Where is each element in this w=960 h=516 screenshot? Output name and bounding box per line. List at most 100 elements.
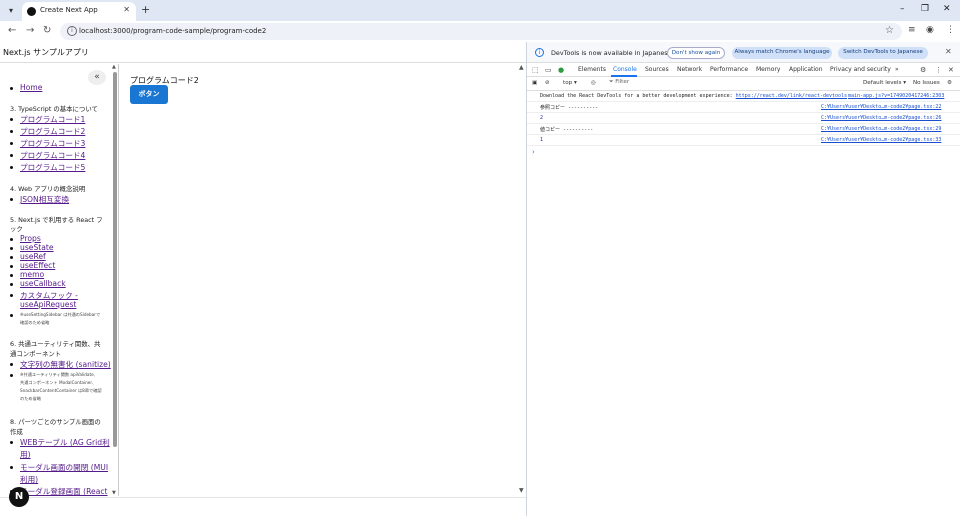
console-log-row: 1 C:¥Users¥user¥Deskto…m-code2¥page.tsx:… [527, 135, 960, 146]
minimize-icon[interactable]: – [900, 4, 905, 14]
scroll-up-icon[interactable]: ▲ [519, 64, 524, 71]
close-icon[interactable]: ✕ [123, 5, 130, 14]
close-icon[interactable]: ✕ [948, 66, 954, 74]
sidebar-note: 確認のため省略 [20, 320, 50, 325]
address-bar[interactable]: i localhost:3000/program-code-sample/pro… [60, 23, 902, 40]
clear-console-icon[interactable]: ⊘ [545, 80, 550, 86]
tab-sources[interactable]: Sources [645, 66, 669, 73]
issues-counter[interactable]: No Issues [913, 80, 940, 86]
reload-icon[interactable]: ↻ [43, 25, 51, 36]
collapse-sidebar-button[interactable]: « [88, 70, 106, 85]
sidebar-link[interactable]: プログラムコード5 [20, 162, 85, 173]
sidebar-link[interactable]: useRef [20, 252, 46, 261]
scroll-down-icon[interactable]: ▼ [112, 490, 116, 496]
sidebar-link-custom-hook[interactable]: useApiRequest [20, 300, 76, 309]
sidebar-link[interactable]: モーダル画面の開閉 (MUI [20, 462, 108, 473]
sidebar-link[interactable]: プログラムコード4 [20, 150, 85, 161]
nextjs-dev-indicator-icon[interactable]: N [9, 487, 29, 507]
sidebar-link[interactable]: useCallback [20, 279, 66, 288]
sidebar-link[interactable]: 利用) [20, 474, 38, 485]
sidebar-link[interactable]: 文字列の無害化 (sanitize) [20, 359, 111, 370]
tab-privacy-security[interactable]: Privacy and security [830, 66, 891, 73]
console-log-row: Download the React DevTools for a better… [527, 91, 960, 102]
sidebar-link-home[interactable]: Home [20, 83, 42, 92]
profile-icon[interactable]: ◉ [926, 25, 934, 35]
scrollbar-thumb[interactable] [113, 72, 117, 447]
more-tabs-icon[interactable]: » [895, 66, 899, 73]
list-bullet [10, 238, 13, 241]
sidebar-link[interactable]: 用) [20, 449, 31, 460]
site-info-icon[interactable]: i [67, 26, 77, 36]
switch-language-button[interactable]: Switch DevTools to Japanese [838, 47, 928, 59]
app-title: Next.js サンプルアプリ [3, 48, 89, 57]
tab-application[interactable]: Application [789, 66, 823, 73]
main-action-button[interactable]: ボタン [130, 85, 168, 104]
restore-icon[interactable]: ❐ [921, 4, 929, 14]
forward-icon[interactable]: → [26, 25, 34, 36]
dont-show-again-button[interactable]: Don't show again [667, 47, 725, 59]
sidebar-link[interactable]: モーダル登録画面 (React [20, 486, 108, 496]
media-icon[interactable]: ≡ [908, 25, 916, 35]
tab-memory[interactable]: Memory [756, 66, 780, 73]
sidebar-note: のため省略 [20, 396, 41, 401]
menu-kebab-icon[interactable]: ⋮ [946, 25, 955, 35]
back-icon[interactable]: ← [8, 25, 16, 36]
tab-performance[interactable]: Performance [710, 66, 748, 73]
list-bullet [10, 274, 13, 277]
console-settings-icon[interactable]: ⚙ [947, 80, 952, 86]
console-log-row: 2 C:¥Users¥user¥Deskto…m-code2¥page.tsx:… [527, 113, 960, 124]
tab-network[interactable]: Network [677, 66, 702, 73]
settings-gear-icon[interactable]: ⚙ [920, 66, 926, 74]
sidebar-scrollbar[interactable]: ▲ ▼ [112, 64, 119, 496]
sidebar-link[interactable]: JSON相互変換 [20, 194, 69, 205]
filter-icon: ⏷ [609, 79, 614, 85]
sidebar-note: SnackbarContentContainer は8章で確認 [20, 388, 102, 393]
log-source-link[interactable]: C:¥Users¥user¥Deskto…m-code2¥page.tsx:22 [821, 104, 941, 110]
log-source-link[interactable]: C:¥Users¥user¥Deskto…m-code2¥page.tsx:26 [821, 115, 941, 121]
sidebar-link[interactable]: Props [20, 234, 41, 243]
chevron-down-icon[interactable]: ▾ [4, 4, 18, 18]
tab-console[interactable]: Console [613, 66, 637, 73]
console-prompt[interactable]: › [532, 148, 535, 156]
log-source-link[interactable]: C:¥Users¥user¥Deskto…m-code2¥page.tsx:33 [821, 137, 941, 143]
section-heading: 作成 [10, 428, 23, 436]
sidebar-link[interactable]: プログラムコード3 [20, 138, 85, 149]
inspect-icon[interactable]: ⬚ [532, 66, 539, 74]
section-heading: 6. 共通ユーティリティ関数、共 [10, 340, 101, 348]
list-bullet [10, 247, 13, 250]
sidebar-toggle-icon[interactable]: ▣ [532, 80, 537, 86]
sidebar-link[interactable]: useEffect [20, 261, 55, 270]
log-message: 参照コピー ---------- [540, 105, 599, 111]
divider [0, 497, 526, 498]
scroll-up-icon[interactable]: ▲ [112, 64, 116, 70]
sidebar-link[interactable]: WEBテーブル (AG Grid利 [20, 437, 110, 448]
section-heading: 4. Web アプリの概念説明 [10, 185, 86, 193]
browser-tab[interactable]: Create Next App ✕ [22, 2, 136, 21]
device-toolbar-icon[interactable]: ▭ [545, 66, 552, 74]
eye-icon[interactable]: ◎ [591, 80, 596, 86]
tab-elements[interactable]: Elements [578, 66, 606, 73]
match-language-button[interactable]: Always match Chrome's language [732, 47, 832, 59]
window-close-icon[interactable]: ✕ [943, 4, 951, 14]
log-message: 2 [540, 115, 544, 121]
log-levels-dropdown[interactable]: Default levels ▾ [863, 80, 906, 86]
url-text: localhost:3000/program-code-sample/progr… [79, 27, 267, 35]
context-selector[interactable]: top ▾ [563, 80, 577, 86]
nextjs-favicon-icon [27, 7, 36, 16]
list-bullet [10, 256, 13, 259]
log-source-link[interactable]: main-app.js?v=1749020417246:2303 [848, 93, 944, 99]
sidebar-link[interactable]: プログラムコード1 [20, 114, 85, 125]
sidebar-link[interactable]: プログラムコード2 [20, 126, 85, 137]
sidebar-link[interactable]: useState [20, 243, 54, 252]
bookmark-star-icon[interactable]: ☆ [885, 25, 894, 36]
scroll-down-icon[interactable]: ▼ [519, 487, 524, 494]
filter-input[interactable]: ⏷ Filter [609, 79, 729, 89]
more-options-icon[interactable]: ⋮ [935, 66, 942, 74]
devtools-link[interactable]: https://react.dev/link/react-devtools [736, 93, 847, 99]
log-source-link[interactable]: C:¥Users¥user¥Deskto…m-code2¥page.tsx:29 [821, 126, 941, 132]
sidebar-link[interactable]: memo [20, 270, 44, 279]
new-tab-icon[interactable]: + [141, 3, 150, 16]
close-icon[interactable]: ✕ [945, 47, 952, 56]
extension-icon[interactable]: ● [558, 66, 564, 74]
list-bullet [10, 118, 13, 121]
